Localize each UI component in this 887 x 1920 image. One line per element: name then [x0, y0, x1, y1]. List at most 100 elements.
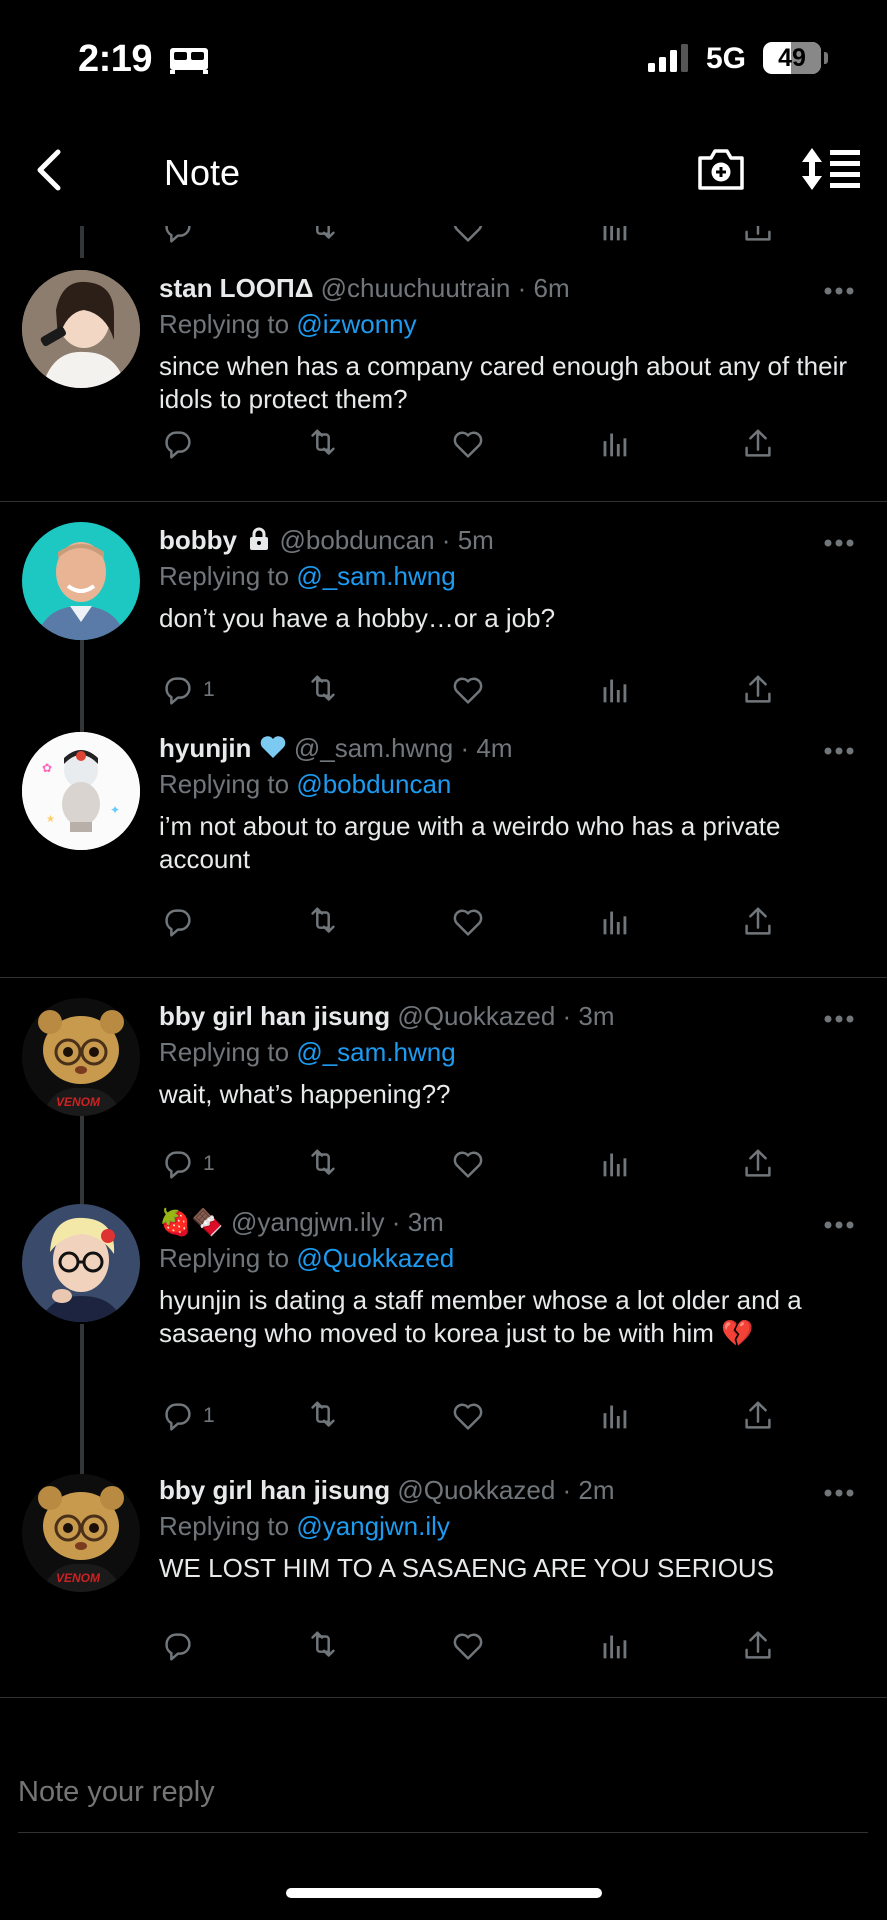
reply-button[interactable] — [159, 902, 203, 942]
display-name[interactable]: 🍓🍫 — [159, 1207, 224, 1237]
like-button[interactable] — [449, 1396, 487, 1436]
back-chevron-icon[interactable] — [30, 146, 70, 194]
avatar-photo: VENOM — [22, 1474, 140, 1592]
user-handle[interactable]: @Quokkazed — [397, 1475, 555, 1505]
timestamp: 5m — [457, 525, 494, 555]
tweet[interactable]: VENOM bby girl han jisung @Quokkazed · 3… — [0, 978, 887, 1204]
display-name[interactable]: bby girl han jisung — [159, 1001, 390, 1031]
reply-composer — [0, 1724, 887, 1834]
avatar[interactable]: VENOM — [22, 1474, 140, 1592]
tweet[interactable]: stan LOOПΔ @chuuchuutrain · 6m Replying … — [0, 258, 887, 502]
replying-to-handle[interactable]: @bobduncan — [296, 769, 451, 799]
replying-to-prefix: Replying to — [159, 309, 290, 339]
replying-to-handle[interactable]: @_sam.hwng — [296, 1037, 455, 1067]
share-button[interactable] — [739, 670, 777, 710]
share-button[interactable] — [739, 226, 777, 248]
replying-to: Replying to @bobduncan — [159, 768, 863, 800]
separator-dot: · — [562, 1001, 572, 1031]
reply-button[interactable] — [159, 1626, 203, 1666]
share-icon — [745, 1149, 771, 1177]
reply-button[interactable] — [159, 226, 197, 248]
tweet[interactable]: VENOM bby girl han jisung @Quokkazed · 2… — [0, 1468, 887, 1698]
avatar[interactable]: VENOM — [22, 998, 140, 1116]
retweet-icon — [311, 1149, 335, 1175]
retweet-button[interactable] — [304, 902, 342, 942]
add-photo-camera-icon[interactable] — [696, 146, 746, 192]
replying-to: Replying to @Quokkazed — [159, 1242, 863, 1274]
views-button[interactable] — [595, 424, 633, 464]
more-options-icon[interactable] — [823, 1488, 855, 1498]
retweet-button[interactable] — [304, 1396, 342, 1436]
reply-button[interactable]: 1 — [159, 670, 215, 710]
reply-button[interactable]: 1 — [159, 1144, 215, 1184]
share-button[interactable] — [739, 424, 777, 464]
like-button[interactable] — [449, 226, 487, 248]
reply-button[interactable] — [159, 424, 203, 464]
avatar[interactable] — [22, 522, 140, 640]
display-name[interactable]: stan LOOПΔ — [159, 273, 313, 303]
avatar-photo: ✿ ✦ ★ — [22, 732, 140, 850]
more-options-icon[interactable] — [823, 538, 855, 548]
more-options-icon[interactable] — [823, 1220, 855, 1230]
share-button[interactable] — [739, 902, 777, 942]
retweet-button[interactable] — [304, 424, 342, 464]
like-button[interactable] — [449, 1144, 487, 1184]
tweet-actions — [159, 424, 779, 464]
display-name[interactable]: bobby — [159, 525, 237, 555]
user-handle[interactable]: @chuuchuutrain — [321, 273, 511, 303]
battery-indicator: 49 — [763, 42, 821, 74]
page-title: Note — [164, 152, 241, 193]
like-button[interactable] — [449, 902, 487, 942]
replying-to-handle[interactable]: @Quokkazed — [296, 1243, 454, 1273]
display-name[interactable]: hyunjin — [159, 733, 251, 763]
views-button[interactable] — [595, 226, 633, 248]
home-indicator[interactable] — [286, 1888, 602, 1898]
timestamp: 4m — [476, 733, 513, 763]
replying-to-handle[interactable]: @_sam.hwng — [296, 561, 455, 591]
replying-to: Replying to @_sam.hwng — [159, 560, 863, 592]
share-button[interactable] — [739, 1396, 777, 1436]
tweet-text: WE LOST HIM TO A SASAENG ARE YOU SERIOUS — [159, 1553, 775, 1583]
views-button[interactable] — [595, 902, 633, 942]
like-button[interactable] — [449, 1626, 487, 1666]
views-button[interactable] — [595, 670, 633, 710]
retweet-button[interactable] — [304, 1626, 342, 1666]
tweet[interactable]: bobby @bobduncan · 5m Replying to @_sam.… — [0, 502, 887, 732]
like-button[interactable] — [449, 424, 487, 464]
views-button[interactable] — [595, 1144, 633, 1184]
replying-to: Replying to @_sam.hwng — [159, 1036, 863, 1068]
tweet-header: 🍓🍫 @yangjwn.ily · 3m — [159, 1206, 863, 1238]
user-handle[interactable]: @Quokkazed — [397, 1001, 555, 1031]
more-options-icon[interactable] — [823, 1014, 855, 1024]
views-button[interactable] — [595, 1396, 633, 1436]
tweet[interactable]: 🍓🍫 @yangjwn.ily · 3m Replying to @Quokka… — [0, 1200, 887, 1474]
replying-to-handle[interactable]: @izwonny — [296, 309, 416, 339]
replying-to-handle[interactable]: @yangjwn.ily — [296, 1511, 450, 1541]
share-icon — [745, 429, 771, 457]
sort-replies-icon[interactable] — [800, 146, 862, 192]
like-button[interactable] — [449, 670, 487, 710]
views-button[interactable] — [595, 1626, 633, 1666]
views-icon — [603, 1405, 627, 1429]
user-handle[interactable]: @yangjwn.ily — [231, 1207, 385, 1237]
user-handle[interactable]: @_sam.hwng — [294, 733, 453, 763]
share-button[interactable] — [739, 1144, 777, 1184]
tweet[interactable]: ✿ ✦ ★ hyunjin @_sam.hwng · 4m Replying t… — [0, 726, 887, 978]
avatar[interactable]: ✿ ✦ ★ — [22, 732, 140, 850]
avatar[interactable] — [22, 1204, 140, 1322]
reply-button[interactable]: 1 — [159, 1396, 215, 1436]
share-button[interactable] — [739, 1626, 777, 1666]
more-options-icon[interactable] — [823, 746, 855, 756]
previous-tweet-actions-clipped — [0, 226, 887, 258]
reply-input[interactable] — [18, 1776, 838, 1809]
avatar[interactable] — [22, 270, 140, 388]
retweet-button[interactable] — [304, 670, 342, 710]
avatar-photo — [22, 1204, 140, 1322]
reply-count: 1 — [203, 678, 215, 701]
lock-icon — [250, 527, 269, 550]
display-name[interactable]: bby girl han jisung — [159, 1475, 390, 1505]
more-options-icon[interactable] — [823, 286, 855, 296]
retweet-button[interactable] — [304, 1144, 342, 1184]
retweet-button[interactable] — [304, 226, 342, 248]
user-handle[interactable]: @bobduncan — [279, 525, 434, 555]
